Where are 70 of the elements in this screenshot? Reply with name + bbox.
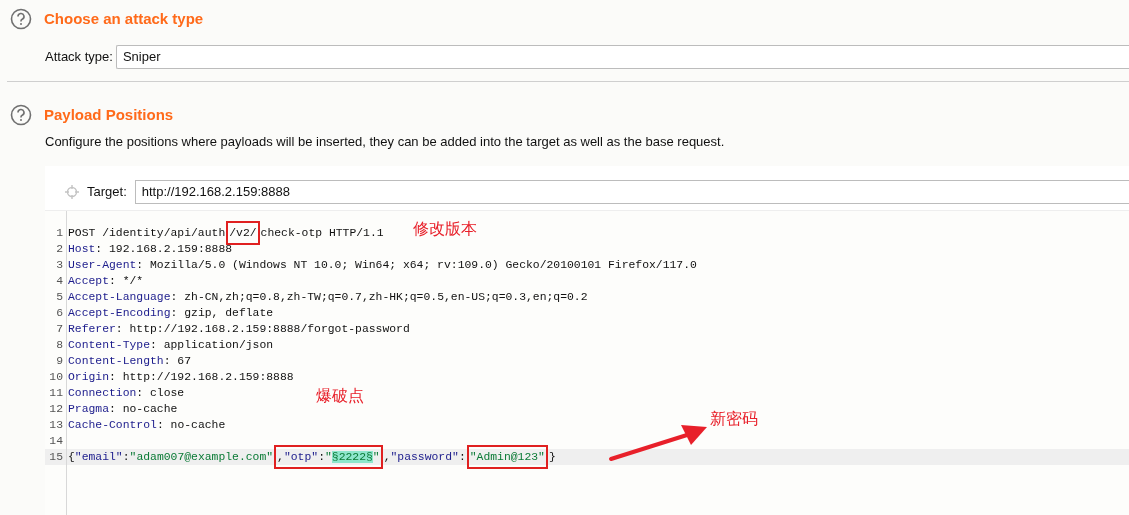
code-token: Connection <box>68 386 137 399</box>
code-token: Accept-Language <box>68 290 171 303</box>
code-token: : <box>122 450 130 463</box>
code-token: : http://192.168.2.159:8888/forgot-password <box>115 322 410 335</box>
code-token: Cache-Control <box>68 418 157 431</box>
code-token: check-otp HTTP/1.1 <box>260 226 384 239</box>
code-token: : zh-CN,zh;q=0.8,zh-TW;q=0.7,zh-HK;q=0.5,en-US;q=0.3,en;q=0.2 <box>170 290 588 303</box>
target-field[interactable]: http://192.168.2.159:8888 <box>134 179 1129 204</box>
code-token: "password" <box>390 450 459 463</box>
code-token: : <box>458 450 466 463</box>
line-number: 15 <box>48 449 63 465</box>
code-token: Accept <box>68 274 109 287</box>
annotation-note: 爆破点 <box>316 385 364 406</box>
code-token: : application/json <box>150 338 274 351</box>
code-token: Origin <box>68 370 109 383</box>
line-number: 10 <box>48 369 63 385</box>
line-number: 5 <box>55 289 63 305</box>
code-token: " <box>372 450 380 463</box>
line-number: 4 <box>55 273 63 289</box>
code-token: Referer <box>68 322 116 335</box>
line-number: 1 <box>55 225 63 241</box>
code-token: Content-Type <box>68 338 151 351</box>
code-token: " <box>324 450 332 463</box>
line-number: 6 <box>55 305 63 321</box>
code-token: : close <box>136 386 185 399</box>
code-token: : gzip, deflate <box>170 306 274 319</box>
annotation-note: 新密码 <box>710 408 758 429</box>
code-token: Host <box>68 242 96 255</box>
code-token: "adam007@example.com" <box>129 450 274 463</box>
code-token: "email" <box>74 450 123 463</box>
crosshair-icon <box>65 184 79 199</box>
help-icon[interactable] <box>10 104 32 126</box>
section-description: Configure the positions where payloads will be inserted, they can be added into the target as well as the base request. <box>44 133 726 151</box>
code-token: "Admin@123" <box>469 450 545 463</box>
line-number: 7 <box>55 321 63 337</box>
line-number: 2 <box>55 241 63 257</box>
code-token: , <box>383 450 391 463</box>
code-token: Pragma <box>68 402 109 415</box>
line-number: 12 <box>48 401 63 417</box>
code-token: /v2/ <box>229 226 257 239</box>
line-number: 13 <box>48 417 63 433</box>
field-label: Attack type: <box>45 48 113 67</box>
field-label: Target: <box>87 182 127 201</box>
payload-marker: §2222§ <box>331 450 373 463</box>
section-title: Payload Positions <box>44 105 174 125</box>
code-token: { <box>68 450 75 463</box>
help-icon[interactable] <box>10 8 32 30</box>
line-number: 8 <box>55 337 63 353</box>
code-token: : 192.168.2.159:8888 <box>95 242 233 255</box>
code-token: User-Agent <box>68 258 137 271</box>
code-token: : Mozilla/5.0 (Windows NT 10.0; Win64; x64; rv:109.0) Gecko/20100101 Firefox/117.0 <box>136 258 697 271</box>
line-number: 3 <box>55 257 63 273</box>
code-token: Accept-Encoding <box>68 306 171 319</box>
code-token: } <box>548 450 556 463</box>
code-token: POST /identity/api/auth <box>68 226 226 239</box>
annotation-note: 修改版本 <box>413 218 477 239</box>
code-token: : 67 <box>163 354 192 367</box>
code-token: Content-Length <box>68 354 164 367</box>
code-token: , <box>277 450 284 463</box>
attack-type-dropdown[interactable]: Sniper <box>115 45 1129 69</box>
line-number: 11 <box>48 385 63 401</box>
code-token: "otp" <box>283 450 319 463</box>
code-token: : no-cache <box>156 418 226 431</box>
code-token: : */* <box>109 274 144 287</box>
line-number: 14 <box>48 433 63 449</box>
code-token: : <box>318 450 325 463</box>
line-number: 9 <box>55 353 63 369</box>
code-token: : http://192.168.2.159:8888 <box>109 370 294 383</box>
section-title: Choose an attack type <box>44 9 204 29</box>
code-token: : no-cache <box>109 402 178 415</box>
